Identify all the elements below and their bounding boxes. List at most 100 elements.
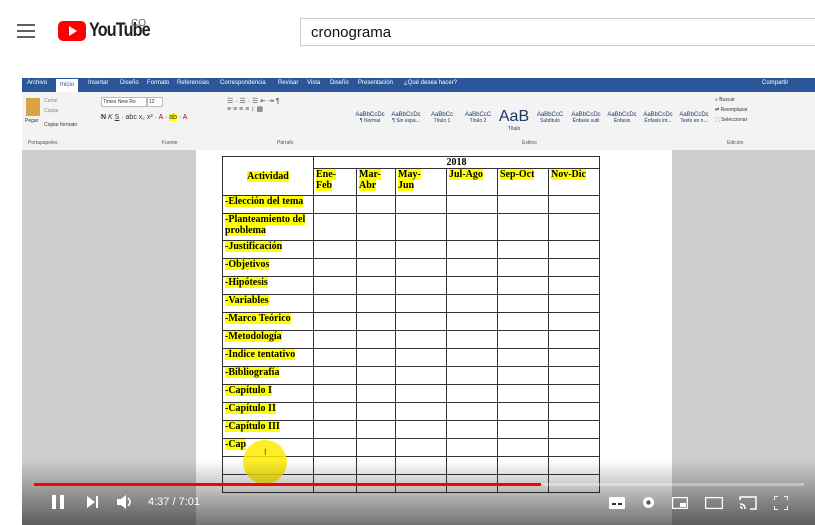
schedule-cell[interactable] <box>356 348 396 367</box>
schedule-cell[interactable] <box>313 330 357 349</box>
schedule-cell[interactable] <box>548 384 600 403</box>
activity-cell[interactable]: -Variables <box>222 294 314 313</box>
schedule-cell[interactable] <box>497 258 549 277</box>
schedule-cell[interactable] <box>497 294 549 313</box>
schedule-cell[interactable] <box>446 348 498 367</box>
schedule-cell[interactable] <box>356 402 396 421</box>
activity-cell[interactable]: -Marco Teórico <box>222 312 314 331</box>
activity-cell[interactable]: -Justificación <box>222 240 314 259</box>
schedule-cell[interactable] <box>548 213 600 241</box>
schedule-cell[interactable] <box>548 330 600 349</box>
schedule-cell[interactable] <box>548 312 600 331</box>
schedule-cell[interactable] <box>356 420 396 439</box>
schedule-cell[interactable] <box>548 276 600 295</box>
schedule-cell[interactable] <box>395 402 447 421</box>
schedule-cell[interactable] <box>313 420 357 439</box>
style-9[interactable]: AaBbCcDc Texto en n... <box>676 108 712 136</box>
activity-cell[interactable]: -Metodología <box>222 330 314 349</box>
schedule-cell[interactable] <box>446 240 498 259</box>
theater-mode-icon[interactable] <box>705 497 723 509</box>
schedule-cell[interactable] <box>497 312 549 331</box>
schedule-cell[interactable] <box>497 240 549 259</box>
schedule-cell[interactable] <box>446 330 498 349</box>
schedule-cell[interactable] <box>446 420 498 439</box>
schedule-cell[interactable] <box>548 258 600 277</box>
schedule-cell[interactable] <box>446 366 498 385</box>
activity-cell[interactable]: -Hipótesis <box>222 276 314 295</box>
schedule-cell[interactable] <box>313 240 357 259</box>
style-4[interactable]: AaB Título <box>496 108 532 136</box>
style-7[interactable]: AaBbCcDc Énfasis <box>604 108 640 136</box>
style-6[interactable]: AaBbCcDc Énfasis sutil <box>568 108 604 136</box>
video-player[interactable]: Archivo Inicio Insertar Diseño Formato R… <box>22 78 815 525</box>
subtitles-icon[interactable] <box>609 497 625 509</box>
schedule-cell[interactable] <box>395 384 447 403</box>
schedule-cell[interactable] <box>497 213 549 241</box>
miniplayer-icon[interactable] <box>672 497 688 509</box>
schedule-cell[interactable] <box>497 438 549 457</box>
schedule-cell[interactable] <box>395 348 447 367</box>
activity-cell[interactable]: -Objetivos <box>222 258 314 277</box>
activity-cell[interactable]: -Capítulo II <box>222 402 314 421</box>
style-3[interactable]: AaBbCcC Título 2 <box>460 108 496 136</box>
fullscreen-icon[interactable] <box>774 496 788 510</box>
schedule-cell[interactable] <box>446 195 498 214</box>
schedule-cell[interactable] <box>356 366 396 385</box>
style-2[interactable]: AaBbCc Título 1 <box>424 108 460 136</box>
schedule-cell[interactable] <box>548 402 600 421</box>
schedule-cell[interactable] <box>497 348 549 367</box>
activity-cell[interactable]: -Elección del tema <box>222 195 314 214</box>
schedule-cell[interactable] <box>446 312 498 331</box>
schedule-cell[interactable] <box>313 312 357 331</box>
schedule-cell[interactable] <box>356 195 396 214</box>
schedule-cell[interactable] <box>356 312 396 331</box>
pause-icon[interactable] <box>52 495 64 509</box>
activity-cell[interactable]: -Capítulo III <box>222 420 314 439</box>
schedule-cell[interactable] <box>313 348 357 367</box>
schedule-cell[interactable] <box>395 213 447 241</box>
schedule-cell[interactable] <box>548 348 600 367</box>
schedule-cell[interactable] <box>313 402 357 421</box>
schedule-cell[interactable] <box>395 195 447 214</box>
schedule-cell[interactable] <box>313 258 357 277</box>
schedule-cell[interactable] <box>313 213 357 241</box>
schedule-cell[interactable] <box>356 438 396 457</box>
schedule-cell[interactable] <box>446 438 498 457</box>
schedule-cell[interactable] <box>356 258 396 277</box>
schedule-cell[interactable] <box>356 294 396 313</box>
schedule-cell[interactable] <box>446 213 498 241</box>
schedule-cell[interactable] <box>497 420 549 439</box>
activity-cell[interactable]: -Capítulo I <box>222 384 314 403</box>
schedule-cell[interactable] <box>356 384 396 403</box>
schedule-cell[interactable] <box>395 420 447 439</box>
schedule-cell[interactable] <box>497 330 549 349</box>
schedule-cell[interactable] <box>548 294 600 313</box>
schedule-cell[interactable] <box>548 420 600 439</box>
schedule-cell[interactable] <box>548 438 600 457</box>
schedule-cell[interactable] <box>446 384 498 403</box>
hamburger-menu-icon[interactable] <box>17 24 35 38</box>
activity-cell[interactable]: -Planteamiento del problema <box>222 213 314 241</box>
schedule-cell[interactable] <box>395 366 447 385</box>
progress-bar[interactable] <box>34 483 804 486</box>
schedule-cell[interactable] <box>395 330 447 349</box>
schedule-cell[interactable] <box>395 312 447 331</box>
schedule-cell[interactable] <box>395 240 447 259</box>
schedule-cell[interactable] <box>497 384 549 403</box>
settings-gear-icon[interactable] <box>641 495 656 510</box>
cast-icon[interactable] <box>739 496 757 510</box>
style-5[interactable]: AaBbCcC Subtítulo <box>532 108 568 136</box>
schedule-cell[interactable] <box>313 366 357 385</box>
schedule-cell[interactable] <box>356 240 396 259</box>
schedule-cell[interactable] <box>395 438 447 457</box>
activity-cell[interactable]: -Bibliografía <box>222 366 314 385</box>
activity-cell[interactable]: -Índice tentativo <box>222 348 314 367</box>
schedule-cell[interactable] <box>548 240 600 259</box>
schedule-cell[interactable] <box>548 366 600 385</box>
schedule-cell[interactable] <box>446 294 498 313</box>
schedule-cell[interactable] <box>497 276 549 295</box>
next-icon[interactable] <box>87 496 99 508</box>
schedule-cell[interactable] <box>313 384 357 403</box>
schedule-cell[interactable] <box>497 402 549 421</box>
style-1[interactable]: AaBbCcDc ¶ Sin espa... <box>388 108 424 136</box>
